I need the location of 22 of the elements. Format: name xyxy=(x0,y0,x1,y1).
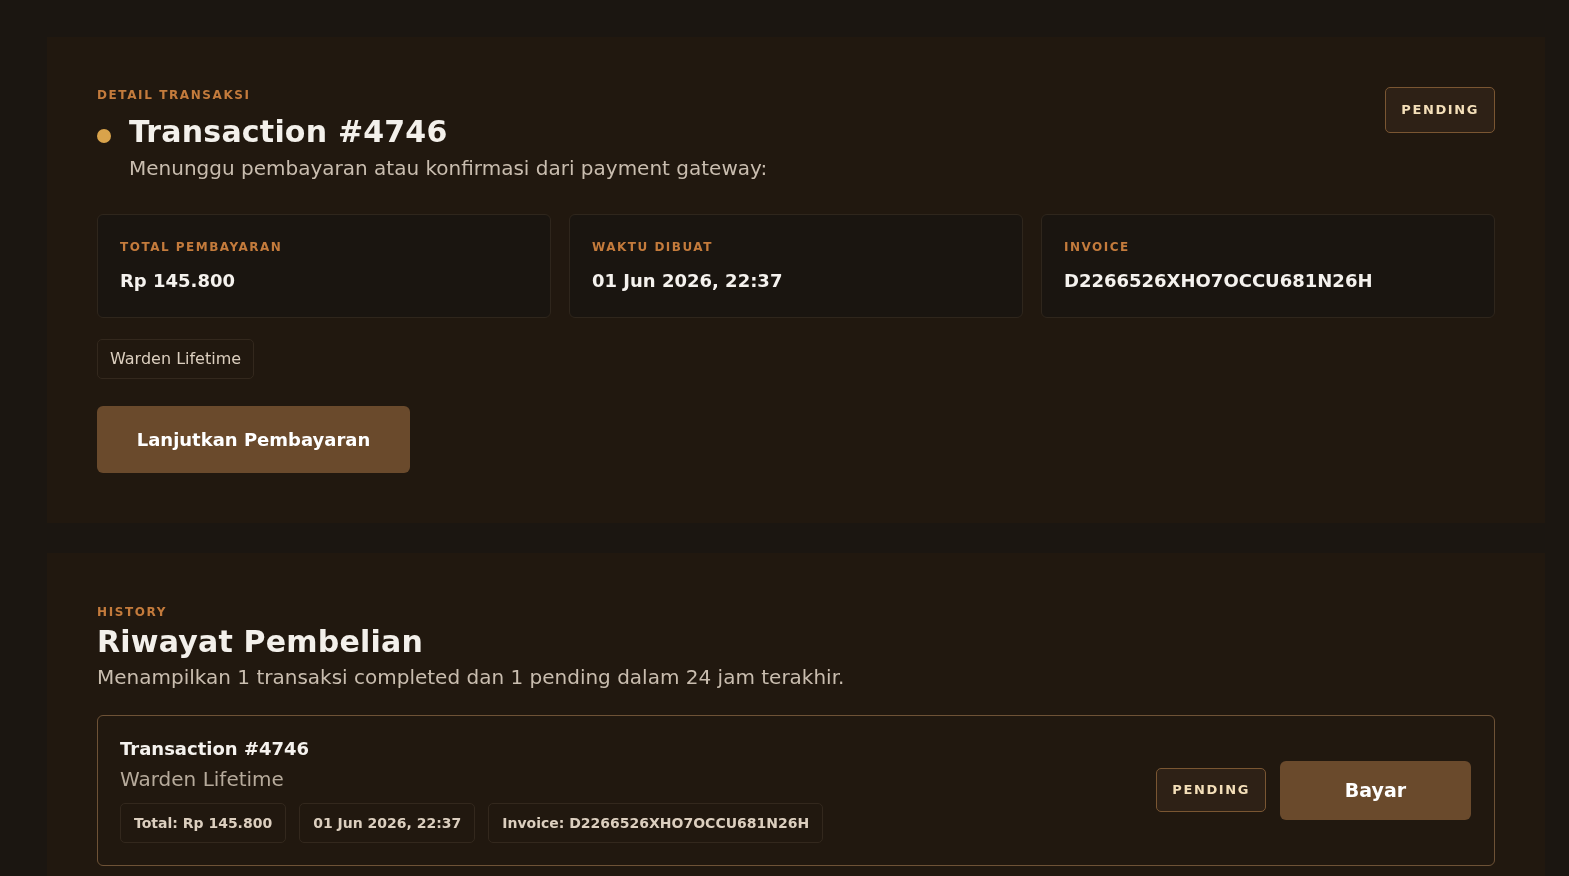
transaction-title: Transaction #4746 xyxy=(120,737,310,761)
info-chip: 01 Jun 2026, 22:37 xyxy=(299,803,476,843)
info-chip: Invoice: D2266526XHO7OCCU681N26H xyxy=(488,803,824,843)
stat-value: 01 Jun 2026, 22:37 xyxy=(592,269,783,293)
pay-button[interactable]: Bayar xyxy=(1280,760,1471,820)
transaction-subtitle: Menunggu pembayaran atau konfirmasi dari payment gateway: xyxy=(129,155,768,181)
stat-value: D2266526XHO7OCCU681N26H xyxy=(1064,269,1373,293)
stat-label: WAKTU DIBUAT xyxy=(592,239,713,255)
info-chip: Total: Rp 145.800 xyxy=(120,803,287,843)
continue-payment-button[interactable]: Lanjutkan Pembayaran xyxy=(97,406,410,473)
transaction-title: Transaction #4746 xyxy=(129,114,448,150)
history-subtitle: Menampilkan 1 transaksi completed dan 1 pending dalam 24 jam terakhir. xyxy=(97,664,845,690)
status-badge: PENDING xyxy=(1385,87,1495,133)
section-eyebrow: DETAIL TRANSAKSI xyxy=(97,87,251,103)
product-tag: Warden Lifetime xyxy=(97,339,255,379)
stat-label: INVOICE xyxy=(1064,239,1130,255)
stat-label: TOTAL PEMBAYARAN xyxy=(120,239,283,255)
history-title: Riwayat Pembelian xyxy=(97,624,423,660)
status-badge: PENDING xyxy=(1156,768,1266,812)
product-name: Warden Lifetime xyxy=(120,766,284,792)
stat-value: Rp 145.800 xyxy=(120,269,235,293)
section-eyebrow: HISTORY xyxy=(97,604,167,620)
